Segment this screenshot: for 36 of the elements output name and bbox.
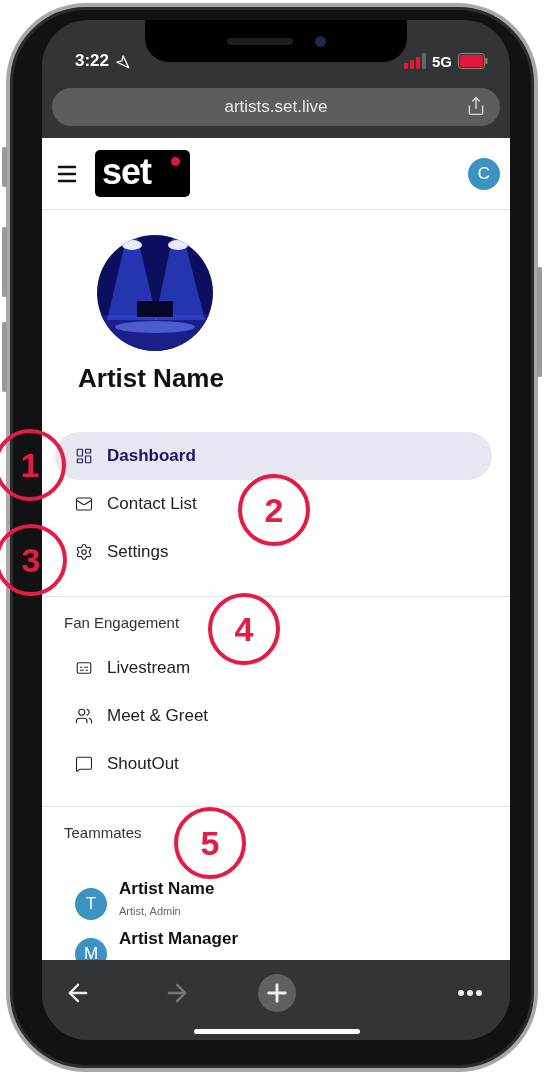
signal-icon: [404, 53, 426, 69]
dashboard-icon: [75, 447, 93, 465]
teammate-avatar: T: [75, 888, 107, 920]
nav-item[interactable]: ShoutOut: [75, 740, 179, 788]
url-text: artists.set.live: [224, 97, 328, 117]
people-icon: [75, 707, 93, 725]
logo[interactable]: set: [95, 150, 190, 197]
callout-number: 2: [238, 474, 310, 546]
teammate-roles: Artist, Admin: [119, 905, 182, 917]
nav-item[interactable]: Livestream: [75, 644, 191, 692]
teammate-name[interactable]: Artist Manager: [119, 929, 239, 949]
callout-number: 4: [208, 593, 280, 665]
artist-name: Artist Name: [78, 363, 225, 394]
chat-icon: [75, 755, 93, 773]
battery-icon: [458, 53, 488, 69]
nav-item[interactable]: Meet & Greet: [75, 692, 209, 740]
more-icon: [458, 990, 482, 996]
location-icon: [115, 53, 131, 69]
address-bar[interactable]: artists.set.live: [52, 88, 500, 126]
callout-number: 3: [0, 524, 67, 596]
network-label: 5G: [432, 52, 452, 70]
nav-item[interactable]: Dashboard: [55, 432, 492, 480]
section-title: Teammates: [64, 824, 142, 841]
new-tab-button[interactable]: [258, 974, 296, 1012]
nav-item[interactable]: Contact List: [75, 480, 197, 528]
screen-icon: [75, 659, 93, 677]
settings-icon: [75, 543, 93, 561]
section-title: Fan Engagement: [64, 614, 180, 631]
teammate-avatar: M: [75, 938, 107, 960]
teammate-name[interactable]: Artist Name: [119, 879, 215, 899]
callout-number: 5: [174, 807, 246, 879]
status-time: 3:22: [75, 51, 110, 71]
callout-number: 1: [0, 429, 66, 501]
share-icon[interactable]: [466, 96, 486, 116]
nav-item[interactable]: Settings: [75, 528, 169, 576]
envelope-icon: [75, 495, 93, 513]
